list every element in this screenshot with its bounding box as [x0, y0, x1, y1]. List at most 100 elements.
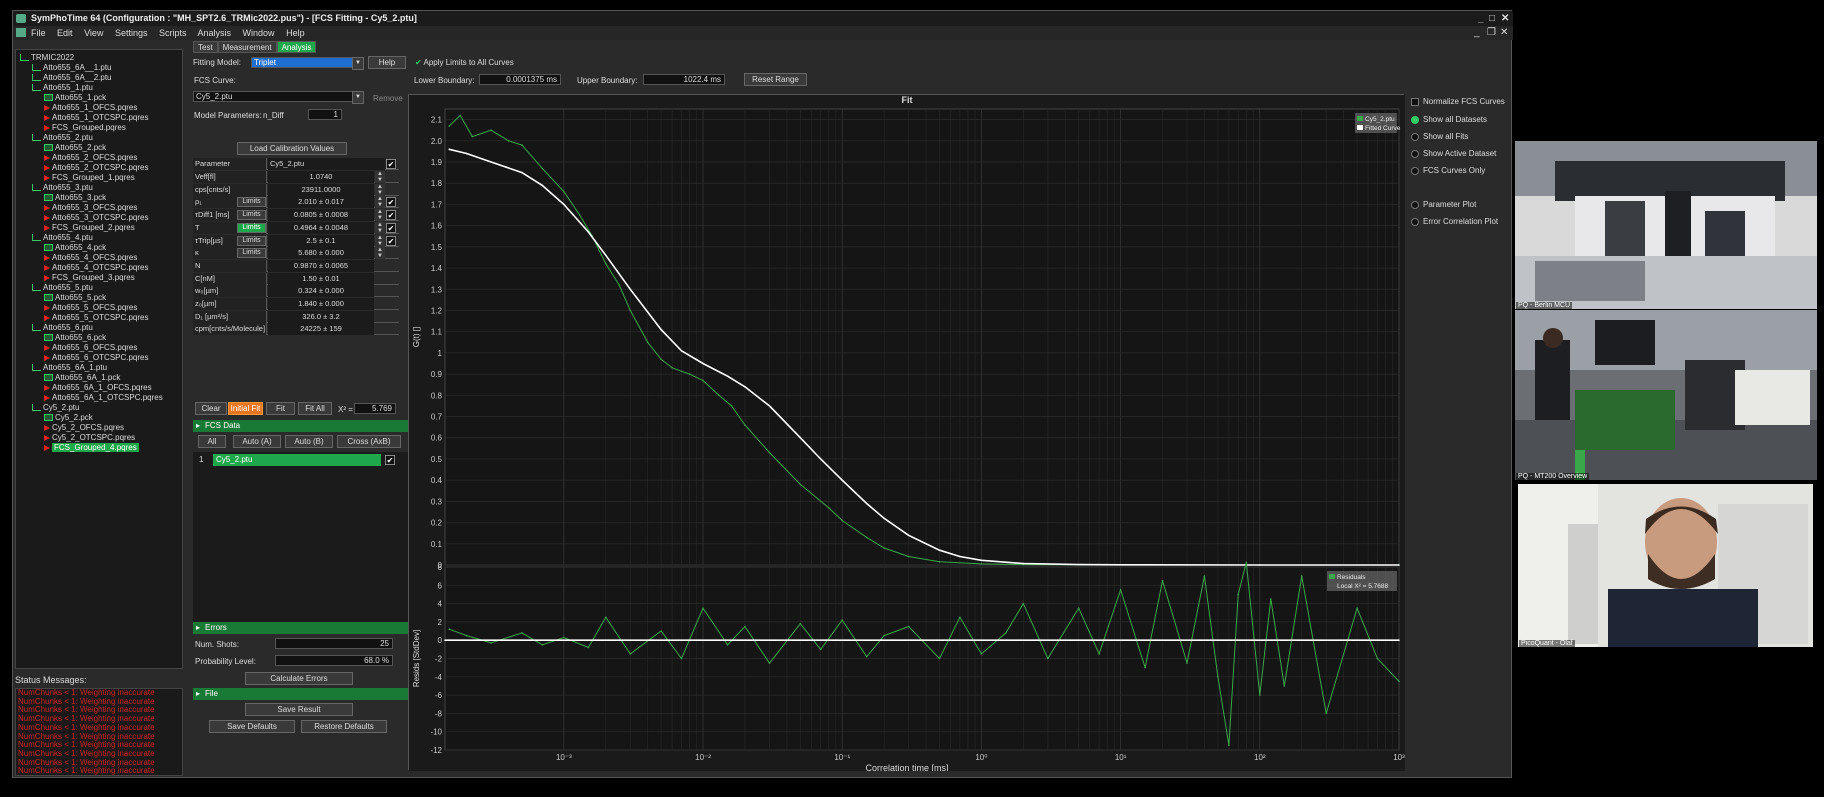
param-value[interactable]: 23911.0000 — [268, 183, 374, 196]
param-value[interactable]: 2.010 ± 0.017 — [268, 196, 374, 209]
tree-item[interactable]: TRMIC2022 — [20, 53, 74, 63]
spin-icon[interactable]: ▲ ▼ — [375, 183, 385, 196]
spin-icon[interactable]: ▲ ▼ — [375, 196, 385, 209]
tree-item[interactable]: Atto655_2_OTCSPC.pqres — [44, 163, 149, 173]
tree-item[interactable]: FCS_Grouped_4.pqres — [44, 443, 139, 453]
header-check[interactable]: ✔ — [386, 159, 396, 169]
save-defaults-button[interactable]: Save Defaults — [209, 720, 295, 733]
tree-item[interactable]: Atto655_5_OFCS.pqres — [44, 303, 137, 313]
minimize-icon[interactable]: _ — [1478, 11, 1484, 26]
tree-item[interactable]: Atto655_3_OTCSPC.pqres — [44, 213, 149, 223]
plot-option[interactable]: Normalize FCS Curves — [1411, 97, 1505, 106]
tree-item[interactable]: Atto655_1_OFCS.pqres — [44, 103, 137, 113]
reset-range-button[interactable]: Reset Range — [744, 73, 807, 86]
close-icon[interactable]: ✕ — [1501, 11, 1509, 26]
maximize-icon[interactable]: □ — [1489, 11, 1495, 26]
upper-boundary-input[interactable]: 1022.4 ms — [643, 74, 725, 85]
errors-section[interactable]: Errors — [193, 622, 408, 634]
spin-icon[interactable]: ▲ ▼ — [375, 171, 385, 183]
fitting-model-select[interactable]: Triplet — [251, 57, 363, 68]
tree-item[interactable]: Atto655_4.pck — [44, 243, 106, 253]
limits-button[interactable]: Limits — [237, 222, 266, 233]
plot-option[interactable]: Parameter Plot — [1411, 200, 1476, 209]
save-result-button[interactable]: Save Result — [245, 703, 353, 716]
child-restore-icon[interactable]: ❐ — [1487, 26, 1496, 41]
tree-item[interactable]: Atto655_6A_1_OTCSPC.pqres — [44, 393, 163, 403]
fcs-all-button[interactable]: All — [198, 435, 226, 448]
tree-item[interactable]: Atto655_6A_1.pck — [44, 373, 120, 383]
menu-scripts[interactable]: Scripts — [159, 28, 187, 38]
tree-item[interactable]: Atto655_6A__1.ptu — [32, 63, 112, 73]
tree-item[interactable]: Cy5_2_OTCSPC.pqres — [44, 433, 135, 443]
spin-icon[interactable]: ▲ ▼ — [375, 247, 385, 260]
tree-item[interactable]: Atto655_1.pck — [44, 93, 106, 103]
limits-button[interactable]: Limits — [237, 197, 266, 208]
child-minimize-icon[interactable]: _ — [1474, 26, 1480, 41]
menu-help[interactable]: Help — [286, 28, 305, 38]
param-checkbox[interactable]: ✔ — [386, 222, 396, 233]
fit-graph-panel[interactable]: Fit 0 0.1 0.2 0.3 0.4 0.5 0.6 0.7 0.8 0.9 1 1.1 1.2 1.… — [408, 94, 1405, 773]
fcs-auto-a-button[interactable]: Auto (A) — [233, 435, 281, 448]
tree-item[interactable]: Atto655_1_OTCSPC.pqres — [44, 113, 149, 123]
tree-item[interactable]: Atto655_3.ptu — [32, 183, 93, 193]
file-section[interactable]: File — [193, 688, 408, 700]
clear-button[interactable]: Clear — [195, 402, 227, 415]
menu-view[interactable]: View — [84, 28, 103, 38]
curve-chevron-down-icon[interactable]: ▼ — [352, 91, 364, 104]
chevron-down-icon[interactable]: ▼ — [352, 57, 364, 70]
tree-item[interactable]: Atto655_5.ptu — [32, 283, 93, 293]
limits-button[interactable]: Limits — [237, 210, 266, 221]
param-value[interactable]: 0.9870 ± 0.0065 — [268, 259, 374, 272]
help-button[interactable]: Help — [368, 56, 406, 69]
tab-measurement[interactable]: Measurement — [217, 41, 277, 53]
tree-item[interactable]: Atto655_4.ptu — [32, 233, 93, 243]
tree-item[interactable]: Atto655_6.pck — [44, 333, 106, 343]
calculate-errors-button[interactable]: Calculate Errors — [245, 672, 353, 685]
tree-item[interactable]: Atto655_6A_1.ptu — [32, 363, 107, 373]
menu-edit[interactable]: Edit — [57, 28, 73, 38]
fcs-row-checkbox[interactable]: ✔ — [385, 455, 395, 465]
tree-item[interactable]: FCS_Grouped_2.pqres — [44, 223, 135, 233]
tree-item[interactable]: Atto655_6A__2.ptu — [32, 73, 112, 83]
tree-item[interactable]: Atto655_6_OTCSPC.pqres — [44, 353, 149, 363]
prob-level-input[interactable]: 68.0 % — [275, 655, 393, 666]
fcs-data-section[interactable]: FCS Data — [193, 420, 408, 432]
menu-settings[interactable]: Settings — [115, 28, 148, 38]
restore-defaults-button[interactable]: Restore Defaults — [301, 720, 387, 733]
param-checkbox[interactable]: ✔ — [386, 197, 396, 208]
tree-item[interactable]: FCS_Grouped.pqres — [44, 123, 126, 133]
param-value[interactable]: 1.50 ± 0.01 — [268, 272, 374, 285]
limits-button[interactable]: Limits — [237, 248, 266, 259]
load-calibration-button[interactable]: Load Calibration Values — [237, 142, 347, 155]
plot-option[interactable]: Show Active Dataset — [1411, 149, 1496, 158]
tree-item[interactable]: Atto655_6_OFCS.pqres — [44, 343, 137, 353]
tree-item[interactable]: Atto655_3.pck — [44, 193, 106, 203]
fcs-data-row[interactable]: 1 Cy5_2.ptu ✔ — [195, 454, 405, 466]
spin-icon[interactable]: ▲ ▼ — [375, 209, 385, 222]
tab-analysis[interactable]: Analysis — [276, 41, 317, 53]
fit-button[interactable]: Fit — [266, 402, 295, 415]
tree-item[interactable]: Cy5_2.pck — [44, 413, 93, 423]
param-value[interactable]: 326.0 ± 3.2 — [268, 310, 374, 323]
fcs-curve-select[interactable]: Cy5_2.ptu — [193, 91, 363, 102]
param-value[interactable]: 0.4964 ± 0.0048 — [268, 221, 374, 234]
menu-file[interactable]: File — [31, 28, 46, 38]
fcs-auto-b-button[interactable]: Auto (B) — [285, 435, 333, 448]
tree-item[interactable]: Atto655_4_OTCSPC.pqres — [44, 263, 149, 273]
tree-item[interactable]: Atto655_2.ptu — [32, 133, 93, 143]
tree-item[interactable]: Atto655_6.ptu — [32, 323, 93, 333]
spin-icon[interactable]: ▲ ▼ — [375, 234, 385, 247]
tree-item[interactable]: Atto655_1.ptu — [32, 83, 93, 93]
tree-item[interactable]: FCS_Grouped_3.pqres — [44, 273, 135, 283]
param-checkbox[interactable]: ✔ — [386, 235, 396, 246]
tree-item[interactable]: Atto655_2.pck — [44, 143, 106, 153]
apply-limits-checkbox[interactable]: ✔ Apply Limits to All Curves — [415, 58, 514, 67]
limits-button[interactable]: Limits — [237, 235, 266, 246]
num-shots-input[interactable]: 25 — [275, 638, 393, 649]
param-value[interactable]: 24225 ± 159 — [268, 323, 374, 336]
fit-all-button[interactable]: Fit All — [298, 402, 332, 415]
ndiff-input[interactable]: 1 — [308, 109, 342, 120]
plot-option[interactable]: Show all Fits — [1411, 132, 1468, 141]
param-value[interactable]: 0.324 ± 0.000 — [268, 285, 374, 298]
plot-option[interactable]: Show all Datasets — [1411, 115, 1487, 124]
